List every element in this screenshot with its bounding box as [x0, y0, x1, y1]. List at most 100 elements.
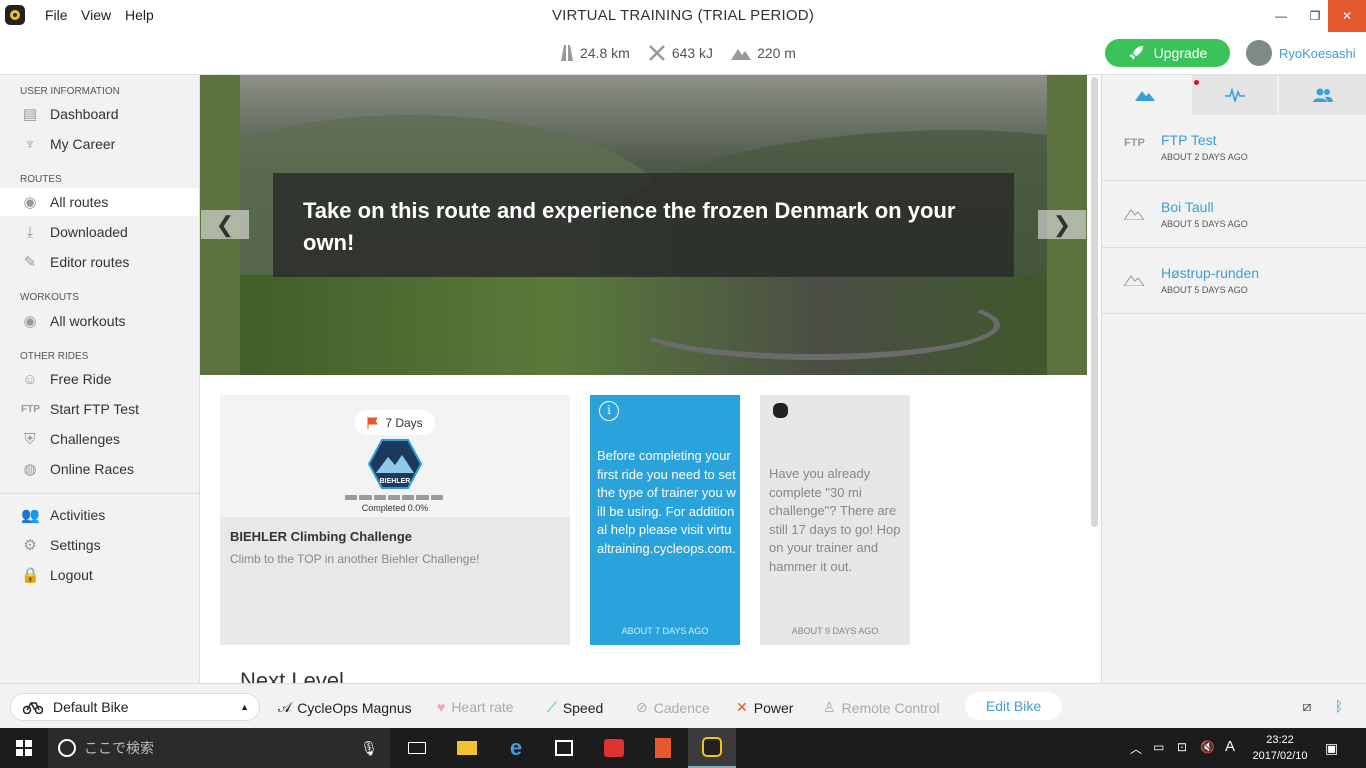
speed-label: Speed: [562, 699, 604, 716]
section-routes: ROUTES: [20, 174, 62, 185]
info-card[interactable]: i Before completing your first ride you …: [590, 395, 740, 645]
activity-item[interactable]: FTP FTP Test ABOUT 2 DAYS AGO: [1102, 115, 1366, 181]
clock-date: 2017/02/10: [1252, 750, 1308, 762]
badge-text: BIEHLER: [380, 478, 411, 485]
sidebar-item-all-workouts[interactable]: ◉ All workouts: [0, 307, 199, 335]
reader-app-icon[interactable]: [592, 728, 636, 768]
sidebar-divider: [0, 493, 200, 494]
sidebar-item-label: My Career: [50, 136, 116, 152]
info-time: ABOUT 7 DAYS AGO: [621, 626, 709, 636]
bottom-bar: Default Bike ▲ 𝒜 CycleOps Magnus ♥ Heart r…: [0, 683, 1366, 728]
sidebar-item-label: Challenges: [50, 431, 121, 447]
bike-select[interactable]: Default Bike ▲: [10, 693, 260, 721]
ime-indicator[interactable]: A: [1225, 738, 1235, 755]
hero-next-button[interactable]: ❯: [1038, 210, 1086, 239]
ftp-icon: FTP: [1124, 137, 1145, 149]
remote-control-sensor[interactable]: ♙ Remote Control: [823, 699, 940, 716]
scrollbar-thumb[interactable]: [1091, 77, 1098, 527]
bluetooth-icon[interactable]: ᛒ: [1329, 696, 1349, 716]
avatar[interactable]: [1246, 40, 1272, 66]
sidebar-item-settings[interactable]: ⚙ Settings: [0, 531, 199, 559]
volume-muted-icon[interactable]: 🔇: [1200, 740, 1215, 754]
upgrade-label: Upgrade: [1153, 45, 1208, 61]
mountain-icon: [731, 49, 752, 60]
sidebar-item-my-career[interactable]: ♆ My Career: [0, 130, 199, 158]
tab-friends[interactable]: [1279, 75, 1366, 115]
globe-icon: ◍: [23, 461, 37, 478]
heart-icon: ♥: [437, 699, 446, 715]
edge-icon[interactable]: e: [494, 728, 538, 768]
activity-name[interactable]: Boi Taull: [1161, 199, 1214, 215]
battery-icon[interactable]: ▭: [1153, 740, 1164, 754]
power-icon: ✕: [736, 699, 748, 715]
activity-time: ABOUT 2 DAYS AGO: [1161, 152, 1248, 162]
upgrade-button[interactable]: Upgrade: [1105, 39, 1230, 67]
days-badge: 7 Days: [355, 410, 435, 435]
reminder-time: ABOUT 9 DAYS AGO: [791, 626, 879, 636]
remote-label: Remote Control: [841, 699, 940, 716]
download-icon: ⤓: [26, 223, 34, 241]
chevron-right-icon: ❯: [1052, 211, 1072, 237]
edit-bike-button[interactable]: Edit Bike: [965, 692, 1062, 720]
sidebar-item-label: All routes: [50, 194, 109, 210]
trainer-sensor[interactable]: 𝒜 CycleOps Magnus: [278, 699, 412, 716]
activity-item[interactable]: Boi Taull ABOUT 5 DAYS AGO: [1102, 182, 1366, 248]
pulse-icon: [1224, 88, 1245, 102]
sidebar-item-activities[interactable]: 👥 Activities: [0, 501, 199, 529]
windows-start-icon[interactable]: [0, 728, 48, 768]
tab-workouts[interactable]: [1192, 75, 1277, 115]
smiley-icon: ☺: [22, 370, 38, 388]
taskbar-clock[interactable]: 23:22 2017/02/10: [1246, 732, 1314, 764]
sidebar-item-dashboard[interactable]: ▤ Dashboard: [0, 100, 199, 128]
sidebar-item-editor-routes[interactable]: ✎ Editor routes: [0, 248, 199, 276]
hero-prev-button[interactable]: ❮: [201, 210, 249, 239]
taskbar-search-input[interactable]: ここで検索 🎙: [48, 728, 390, 768]
sidebar-item-logout[interactable]: 🔒 Logout: [0, 561, 199, 589]
close-button[interactable]: ✕: [1328, 0, 1366, 32]
task-view-icon[interactable]: [395, 728, 439, 768]
power-sensor[interactable]: ✕ Power: [736, 699, 793, 716]
sidebar: USER INFORMATION ▤ Dashboard ♆ My Career R…: [0, 75, 200, 683]
sidebar-item-online-races[interactable]: ◍ Online Races: [0, 455, 199, 483]
reminder-card[interactable]: Have you already complete "30 mi challen…: [760, 395, 910, 645]
users-icon: 👥: [21, 507, 40, 524]
cadence-icon: ⊘: [636, 699, 648, 715]
users-icon: [1313, 88, 1333, 102]
remote-icon: ♙: [823, 699, 836, 715]
completed-label: Completed 0.0%: [361, 503, 429, 513]
activity-time: ABOUT 5 DAYS AGO: [1161, 219, 1248, 229]
speed-sensor[interactable]: ⟋ Speed: [547, 699, 603, 716]
rocket-icon: [1128, 46, 1143, 60]
sidebar-item-challenges[interactable]: ⛨ Challenges: [0, 425, 199, 453]
sidebar-item-free-ride[interactable]: ☺ Free Ride: [0, 365, 199, 393]
virtual-training-taskbar-icon[interactable]: [688, 728, 736, 768]
main-scrollbar[interactable]: [1089, 75, 1101, 683]
network-icon[interactable]: ⊡: [1177, 740, 1187, 754]
store-icon[interactable]: [542, 728, 586, 768]
challenge-card[interactable]: 7 Days BIEHLER Completed 0.0% BIEHLER Cl…: [220, 395, 570, 645]
activity-item[interactable]: Høstrup-runden ABOUT 5 DAYS AGO: [1102, 248, 1366, 314]
info-icon: i: [599, 401, 619, 421]
sidebar-item-all-routes[interactable]: ◉ All routes: [0, 188, 199, 216]
biehler-badge-icon: BIEHLER: [368, 439, 422, 489]
microphone-icon[interactable]: 🎙: [360, 740, 378, 757]
file-explorer-icon[interactable]: [445, 728, 489, 768]
notifications-icon[interactable]: ▣: [1325, 740, 1338, 757]
sidebar-item-downloaded[interactable]: ⤓ Downloaded: [0, 218, 199, 246]
sidebar-item-start-ftp-test[interactable]: FTP Start FTP Test: [0, 395, 199, 423]
screen-off-icon[interactable]: ⧄: [1297, 696, 1317, 716]
tab-routes[interactable]: [1102, 75, 1187, 115]
sidebar-item-label: Settings: [50, 537, 101, 553]
heart-rate-sensor[interactable]: ♥ Heart rate: [437, 699, 514, 715]
heart-rate-label: Heart rate: [451, 699, 514, 715]
info-text: Before completing your first ride you ne…: [597, 448, 736, 556]
acrobat-icon[interactable]: [641, 728, 685, 768]
power-label: Power: [753, 699, 794, 716]
helmet-icon: [773, 403, 788, 418]
chevron-up-icon[interactable]: ︿: [1130, 740, 1142, 757]
magic-wand-icon: ✎: [23, 254, 37, 271]
username-link[interactable]: RyoKoesashi: [1279, 46, 1356, 61]
activity-name[interactable]: Høstrup-runden: [1161, 265, 1259, 281]
activity-name[interactable]: FTP Test: [1161, 132, 1217, 148]
cadence-sensor[interactable]: ⊘ Cadence: [636, 699, 710, 716]
